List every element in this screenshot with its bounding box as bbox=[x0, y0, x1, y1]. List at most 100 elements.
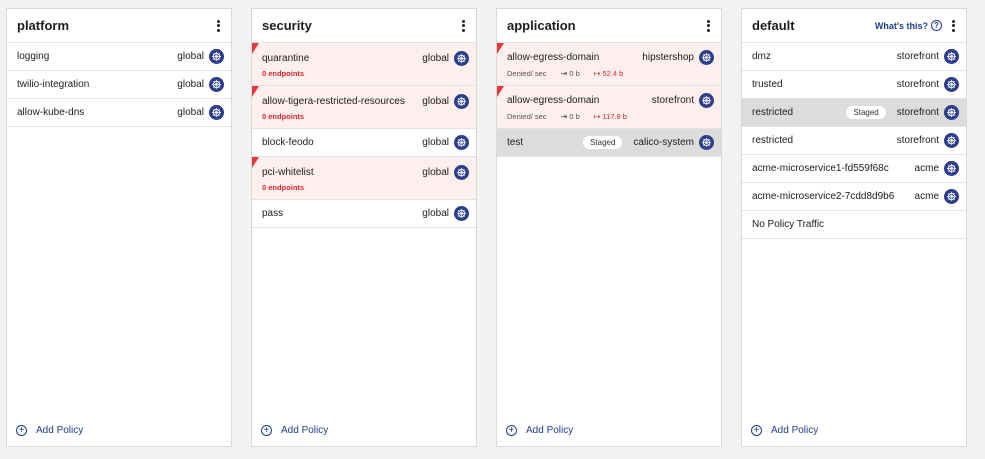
policy-row[interactable]: test Staged calico-system bbox=[497, 129, 721, 157]
kubernetes-helm-icon bbox=[454, 93, 469, 109]
kubernetes-helm-icon bbox=[944, 189, 959, 204]
policy-name: quarantine bbox=[262, 52, 310, 64]
endpoints-warning: 0 endpoints bbox=[262, 111, 305, 121]
tier-platform: platform logging global twilio-integratio… bbox=[6, 8, 232, 447]
outbound-value: 52.4 b bbox=[602, 69, 624, 78]
policy-row[interactable]: trusted storefront bbox=[742, 71, 966, 99]
policy-name: restricted bbox=[752, 135, 794, 146]
kebab-menu-icon[interactable] bbox=[948, 19, 958, 33]
tier-title: application bbox=[507, 18, 576, 33]
policy-name: acme-microservice2-7cdd8d9b6 bbox=[752, 191, 895, 202]
inbound-value: 0 b bbox=[569, 69, 580, 78]
tier-header: security bbox=[252, 9, 476, 43]
traffic-stats: Denied/ sec ⇥ 0 b ↦ 117.8 b bbox=[507, 112, 627, 121]
policy-row[interactable]: allow-egress-domain storefront Denied/ se… bbox=[497, 86, 721, 129]
policy-namespace: hipstershop bbox=[642, 52, 694, 63]
inbound-rate: ⇥ 0 b bbox=[561, 69, 580, 78]
kubernetes-helm-icon bbox=[944, 133, 959, 148]
policy-row[interactable]: quarantine global 0 endpoints bbox=[252, 43, 476, 86]
kubernetes-helm-icon bbox=[944, 77, 959, 92]
policy-namespace: global bbox=[422, 52, 449, 64]
policy-namespace: calico-system bbox=[633, 137, 694, 148]
kubernetes-helm-icon bbox=[699, 93, 714, 108]
endpoints-warning: 0 endpoints bbox=[262, 68, 305, 78]
add-policy-label: Add Policy bbox=[526, 425, 574, 436]
add-policy-button[interactable]: + Add Policy bbox=[16, 425, 83, 436]
traffic-stats: Denied/ sec ⇥ 0 b ↦ 52.4 b bbox=[507, 69, 623, 78]
endpoints-warning: 0 endpoints bbox=[262, 182, 305, 192]
tier-title: default bbox=[752, 18, 795, 33]
policy-row[interactable]: acme-microservice1-fd559f68c acme bbox=[742, 155, 966, 183]
policy-name: allow-egress-domain bbox=[507, 95, 600, 106]
plus-circle-icon: + bbox=[261, 425, 272, 436]
policy-name: allow-tigera-restricted-resources bbox=[262, 95, 405, 107]
policy-namespace: global bbox=[177, 51, 204, 62]
policy-name: dmz bbox=[752, 51, 771, 62]
kebab-menu-icon[interactable] bbox=[213, 19, 223, 33]
staged-badge: Staged bbox=[583, 136, 623, 149]
policy-row[interactable]: allow-egress-domain hipstershop Denied/ s… bbox=[497, 43, 721, 86]
policy-name: test bbox=[507, 137, 524, 148]
no-policy-traffic-row[interactable]: No Policy Traffic bbox=[742, 211, 966, 239]
add-policy-button[interactable]: + Add Policy bbox=[261, 425, 328, 436]
policy-name: allow-kube-dns bbox=[17, 107, 85, 118]
policy-name: pci-whitelist bbox=[262, 166, 314, 178]
kubernetes-helm-icon bbox=[944, 161, 959, 176]
tier-default: default What's this?? dmz storefront trus… bbox=[741, 8, 967, 447]
arrow-out-icon: ↦ bbox=[593, 69, 601, 78]
kubernetes-helm-icon bbox=[454, 50, 469, 66]
kubernetes-helm-icon bbox=[454, 164, 469, 180]
policy-row[interactable]: pci-whitelist global 0 endpoints bbox=[252, 157, 476, 200]
policy-namespace: storefront bbox=[651, 95, 694, 106]
policy-name: restricted bbox=[752, 107, 794, 118]
tier-title: platform bbox=[17, 18, 69, 33]
add-policy-button[interactable]: + Add Policy bbox=[751, 425, 818, 436]
outbound-value: 117.8 b bbox=[602, 112, 627, 121]
arrow-in-icon: ⇥ bbox=[560, 69, 568, 78]
policy-name: acme-microservice1-fd559f68c bbox=[752, 163, 889, 174]
inbound-value: 0 b bbox=[569, 112, 580, 121]
policy-namespace: storefront bbox=[896, 51, 939, 62]
policy-name: block-feodo bbox=[262, 137, 314, 148]
kubernetes-helm-icon bbox=[944, 105, 959, 120]
policy-namespace: storefront bbox=[896, 135, 939, 146]
policy-namespace: acme bbox=[914, 163, 939, 174]
policy-row[interactable]: logging global bbox=[7, 43, 231, 71]
kubernetes-helm-icon bbox=[209, 77, 224, 92]
add-policy-button[interactable]: + Add Policy bbox=[506, 425, 573, 436]
tier-header: default What's this?? bbox=[742, 9, 966, 43]
whats-this-link[interactable]: What's this?? bbox=[875, 20, 942, 31]
policy-name: pass bbox=[262, 208, 284, 219]
plus-circle-icon: + bbox=[16, 425, 27, 436]
policy-row[interactable]: dmz storefront bbox=[742, 43, 966, 71]
inbound-rate: ⇥ 0 b bbox=[561, 112, 580, 121]
policy-row[interactable]: twilio-integration global bbox=[7, 71, 231, 99]
policy-row[interactable]: allow-tigera-restricted-resources global … bbox=[252, 86, 476, 129]
policy-name: allow-egress-domain bbox=[507, 52, 600, 63]
policy-row[interactable]: acme-microservice2-7cdd8d9b6 acme bbox=[742, 183, 966, 211]
whats-this-label: What's this? bbox=[874, 20, 928, 31]
tier-header: application bbox=[497, 9, 721, 43]
policy-row[interactable]: block-feodo global bbox=[252, 129, 476, 157]
kebab-menu-icon[interactable] bbox=[458, 19, 468, 33]
staged-badge: Staged bbox=[846, 106, 886, 119]
kebab-menu-icon[interactable] bbox=[703, 19, 713, 33]
policy-row[interactable]: restricted storefront bbox=[742, 127, 966, 155]
policy-row[interactable]: pass global bbox=[252, 200, 476, 228]
policy-name: twilio-integration bbox=[17, 79, 90, 90]
policy-namespace: global bbox=[177, 79, 204, 90]
policy-name: No Policy Traffic bbox=[752, 219, 825, 230]
add-policy-label: Add Policy bbox=[771, 425, 819, 436]
policy-namespace: global bbox=[422, 208, 449, 219]
kubernetes-helm-icon bbox=[944, 49, 959, 64]
policy-namespace: global bbox=[422, 166, 449, 178]
policy-namespace: storefront bbox=[896, 107, 939, 118]
policy-namespace: storefront bbox=[896, 79, 939, 90]
policy-row[interactable]: allow-kube-dns global bbox=[7, 99, 231, 127]
policy-row[interactable]: restricted Staged storefront bbox=[742, 99, 966, 127]
plus-circle-icon: + bbox=[506, 425, 517, 436]
question-circle-icon: ? bbox=[931, 20, 942, 31]
add-policy-label: Add Policy bbox=[281, 425, 329, 436]
arrow-in-icon: ⇥ bbox=[560, 112, 568, 121]
tier-header: platform bbox=[7, 9, 231, 43]
